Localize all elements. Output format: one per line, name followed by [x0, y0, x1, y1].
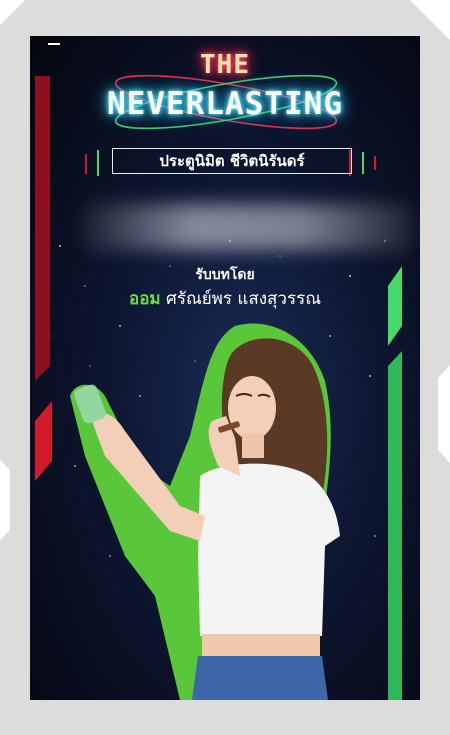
actress-photo: [70, 323, 340, 700]
poster-artwork: THE NEVERLASTING ประตูนิมิต ชีวิตนิรันดร…: [30, 36, 420, 700]
poster-card[interactable]: THE NEVERLASTING ประตูนิมิต ชีวิตนิรันดร…: [0, 0, 450, 735]
